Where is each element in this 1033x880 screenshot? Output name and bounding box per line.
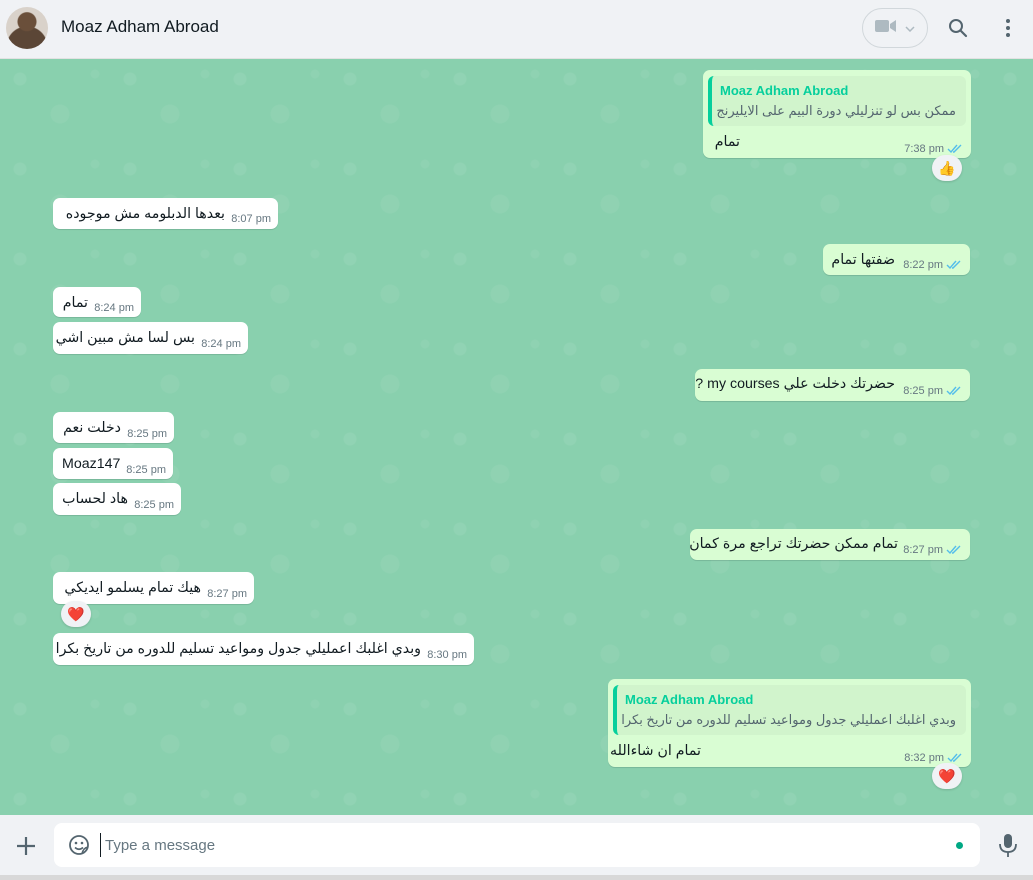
read-ticks-icon [946, 260, 961, 270]
window-bottom-edge [0, 875, 1033, 880]
read-ticks-icon [947, 753, 962, 763]
message-bubble-incoming[interactable]: Moaz147 8:25 pm [53, 448, 173, 479]
message-time: 8:32 pm [904, 752, 944, 764]
message-bubble-incoming[interactable]: بس لسا مش مبين اشي 8:24 pm [53, 322, 248, 354]
quoted-message[interactable]: Moaz Adham Abroad وبدي اغلبك اعمليلي جدو… [613, 685, 966, 735]
avatar[interactable] [6, 7, 48, 49]
message-text: حضرتك دخلت علي my courses ? [695, 376, 895, 392]
message-text: بس لسا مش مبين اشي [55, 330, 195, 346]
message-composer [0, 815, 1033, 875]
menu-icon[interactable] [996, 16, 1020, 40]
message-time: 8:25 pm [127, 428, 167, 440]
message-time: 8:25 pm [126, 464, 166, 476]
search-icon[interactable] [946, 16, 970, 40]
quoted-text: وبدي اغلبك اعمليلي جدول ومواعيد تسليم لل… [621, 712, 956, 727]
sticker-emoji-icon[interactable] [67, 833, 91, 857]
message-text: تمام [62, 295, 88, 311]
message-input[interactable] [100, 833, 920, 857]
attach-plus-icon[interactable] [14, 834, 38, 858]
read-ticks-icon [947, 144, 962, 154]
chat-header: Moaz Adham Abroad [0, 0, 1033, 59]
message-bubble-outgoing[interactable]: Moaz Adham Abroad وبدي اغلبك اعمليلي جدو… [608, 679, 971, 767]
message-text: وبدي اغلبك اعمليلي جدول ومواعيد تسليم لل… [55, 641, 421, 657]
message-bubble-incoming[interactable]: بعدها الدبلومه مش موجوده 8:07 pm [53, 198, 278, 229]
message-time: 8:07 pm [231, 213, 271, 225]
microphone-icon[interactable] [996, 832, 1020, 858]
video-call-button[interactable] [862, 8, 928, 48]
read-ticks-icon [946, 545, 961, 555]
message-text: بعدها الدبلومه مش موجوده [65, 206, 225, 222]
message-time: 8:24 pm [94, 302, 134, 314]
message-text: هيك تمام يسلمو ايديكي [64, 580, 201, 596]
message-bubble-outgoing[interactable]: تمام ممكن حضرتك تراجع مرة كمان 8:27 pm [689, 529, 970, 560]
reaction-badge[interactable]: 👍 [932, 155, 962, 181]
message-bubble-incoming[interactable]: هاد لحساب 8:25 pm [53, 483, 181, 515]
chat-area[interactable]: Moaz Adham Abroad ممكن بس لو تنزليلي دور… [0, 59, 1033, 815]
message-text: ضفتها تمام [831, 252, 895, 268]
message-time: 7:38 pm [904, 143, 944, 155]
message-time: 8:24 pm [201, 338, 241, 350]
chevron-down-icon [905, 19, 915, 37]
message-bubble-incoming[interactable]: هيك تمام يسلمو ايديكي 8:27 pm [53, 572, 254, 604]
quoted-message[interactable]: Moaz Adham Abroad ممكن بس لو تنزليلي دور… [708, 76, 966, 126]
message-bubble-outgoing[interactable]: Moaz Adham Abroad ممكن بس لو تنزليلي دور… [703, 70, 971, 158]
message-text: تمام ممكن حضرتك تراجع مرة كمان [689, 536, 898, 552]
message-time: 8:27 pm [207, 588, 247, 600]
video-call-icon [875, 19, 897, 38]
reaction-badge[interactable]: ❤️ [932, 763, 962, 789]
quoted-sender: Moaz Adham Abroad [720, 83, 849, 98]
message-bubble-outgoing[interactable]: ضفتها تمام 8:22 pm [823, 244, 970, 275]
message-text: Moaz147 [62, 456, 121, 472]
message-time: 8:30 pm [427, 649, 467, 661]
message-bubble-incoming[interactable]: تمام 8:24 pm [53, 287, 141, 317]
message-bubble-incoming[interactable]: دخلت نعم 8:25 pm [53, 412, 174, 443]
message-text: تمام [714, 134, 740, 150]
reaction-badge[interactable]: ❤️ [61, 601, 91, 627]
read-ticks-icon [946, 386, 961, 396]
message-time: 8:22 pm [903, 259, 943, 271]
contact-name[interactable]: Moaz Adham Abroad [61, 17, 219, 37]
message-bubble-incoming[interactable]: وبدي اغلبك اعمليلي جدول ومواعيد تسليم لل… [53, 633, 474, 665]
message-input-box[interactable] [54, 823, 980, 867]
message-bubble-outgoing[interactable]: حضرتك دخلت علي my courses ? 8:25 pm [695, 369, 970, 401]
message-text: هاد لحساب [62, 491, 128, 507]
message-text: دخلت نعم [63, 420, 121, 436]
message-time: 8:25 pm [903, 385, 943, 397]
quoted-sender: Moaz Adham Abroad [625, 692, 754, 707]
quoted-text: ممكن بس لو تنزليلي دورة البيم على الايلي… [716, 103, 956, 118]
message-text: تمام ان شاءالله [610, 743, 701, 759]
message-time: 8:27 pm [903, 544, 943, 556]
message-time: 8:25 pm [134, 499, 174, 511]
status-dot [956, 842, 963, 849]
